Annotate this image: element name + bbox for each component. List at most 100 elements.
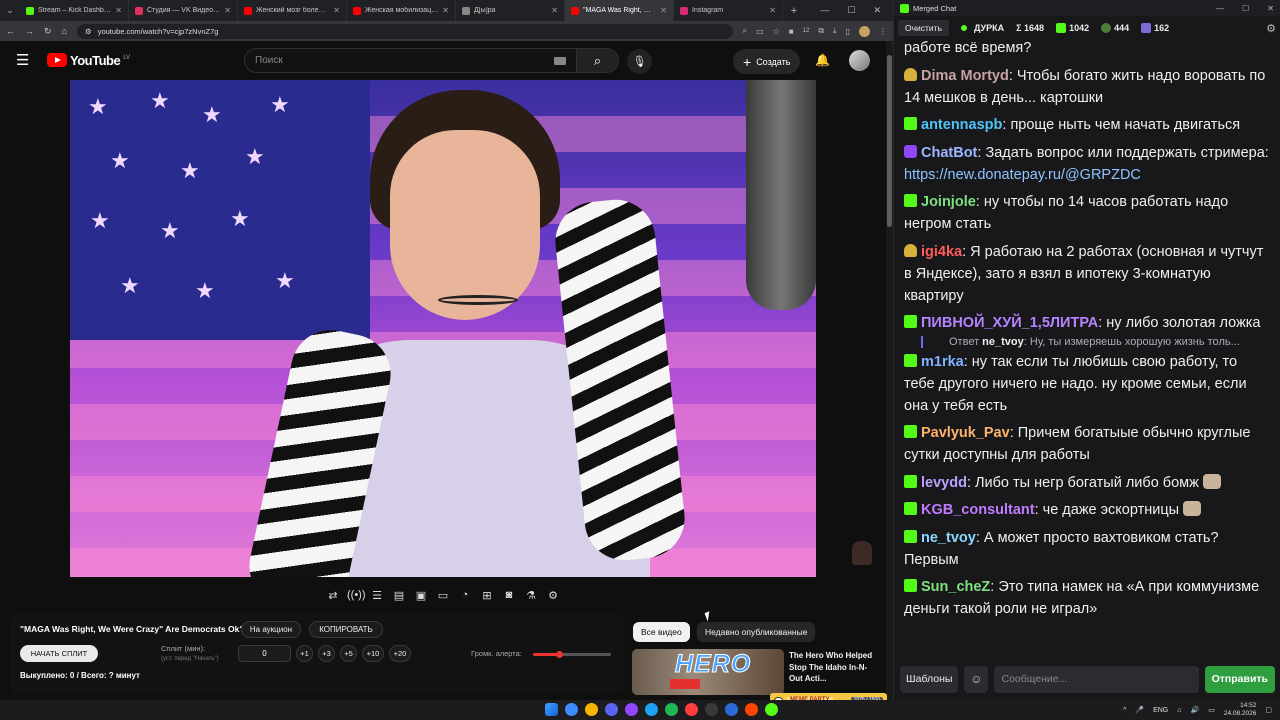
clock[interactable]: 14:52 24.08.2026 [1224, 702, 1257, 718]
recommended-video-title[interactable]: The Hero Who Helped Stop The Idaho In-N-… [789, 650, 877, 685]
increment-button[interactable]: +5 [340, 645, 357, 662]
taskbar-app-icon[interactable] [725, 703, 738, 716]
taskbar-app-icon[interactable] [625, 703, 638, 716]
chat-username[interactable]: KGB_consultant [921, 502, 1035, 518]
chat-username[interactable]: Pavlyuk_Pav [921, 425, 1010, 441]
reply-preview[interactable]: Ответ ne_tvoy: Ну, ты измеряешь хорошую … [921, 335, 1261, 348]
tab-close-icon[interactable]: ✕ [224, 6, 231, 15]
home-icon[interactable]: ⌂ [62, 26, 67, 36]
frame-icon[interactable]: ▣ [413, 589, 429, 602]
back-icon[interactable]: ← [6, 26, 15, 36]
windows-start-icon[interactable] [545, 703, 558, 716]
notifications-bell-icon[interactable]: 🔔 [815, 53, 830, 67]
chat-username[interactable]: antennaspb [921, 117, 1002, 133]
browser-tab[interactable]: Д[ы]ра ✕ [456, 0, 565, 21]
playlist-icon[interactable]: ☰ [369, 589, 385, 602]
zoom-icon[interactable]: ⌕ [743, 26, 747, 36]
chat-username[interactable]: igi4ka [921, 244, 962, 260]
emoji-button[interactable]: ☺ [964, 665, 989, 693]
search-input[interactable]: Поиск [244, 48, 577, 73]
tray-chevron-icon[interactable]: ^ [1123, 707, 1126, 714]
chat-message-list[interactable]: работе всё время? Dima Mortyd: Чтобы бога… [894, 37, 1280, 659]
browser-tab[interactable]: Женская мобилизация со...✕ [347, 0, 456, 21]
chat-message[interactable]: работе всё время? [904, 37, 1269, 59]
language-indicator[interactable]: ENG [1153, 707, 1168, 714]
copy-button[interactable]: КОПИРОВАТЬ [309, 621, 383, 638]
theater-icon[interactable]: ▭ [435, 589, 451, 602]
extension-dark-icon[interactable]: ■ [789, 27, 794, 36]
chat-message[interactable]: Dima Mortyd: Чтобы богато жить надо воро… [904, 65, 1269, 109]
taskbar-app-icon[interactable] [565, 703, 578, 716]
audio-icon[interactable]: ((•)) [347, 589, 366, 601]
keyboard-icon[interactable] [554, 56, 566, 65]
scrollbar-thumb[interactable] [887, 55, 892, 227]
taskbar-app-icon[interactable] [705, 703, 718, 716]
chat-username[interactable]: Joinjole [921, 194, 976, 210]
chat-message[interactable]: m1rka: ну так если ты любишь свою работу… [904, 351, 1269, 417]
volume-icon[interactable]: 🔊 [1190, 706, 1199, 714]
alert-volume-knob[interactable] [555, 651, 563, 658]
browser-tab[interactable]: Студия — VK Видео Live ✕ [129, 0, 238, 21]
cast-icon[interactable]: ▭ [756, 27, 764, 36]
browser-tab[interactable]: Instagram ✕ [674, 0, 783, 21]
chat-username[interactable]: ChatBot [921, 145, 977, 161]
chat-message[interactable]: Sun_cheZ: Это типа намек на «А при комму… [904, 576, 1269, 620]
maximize-icon[interactable]: ☐ [1242, 4, 1249, 13]
browser-tab[interactable]: Женский мозг более раз... ✕ [238, 0, 347, 21]
minimize-icon[interactable]: — [1216, 4, 1224, 13]
chat-username[interactable]: Dima Mortyd [921, 68, 1009, 84]
chat-username[interactable]: Sun_cheZ [921, 579, 990, 595]
menu-icon[interactable]: ☰ [16, 51, 38, 69]
chat-message[interactable]: antennaspb: проще ныть чем начать двигат… [904, 114, 1269, 136]
taskbar-app-icon[interactable] [585, 703, 598, 716]
flask-icon[interactable]: ⚗ [523, 589, 539, 602]
extension-badge-icon[interactable]: 12 [803, 28, 810, 34]
browser-tab[interactable]: "MAGA Was Right, We Wer... ✕ [565, 0, 674, 21]
increment-button[interactable]: +10 [362, 645, 384, 662]
notifications-icon[interactable]: ▢ [1265, 706, 1272, 714]
chat-username[interactable]: ПИВНОЙ_ХУЙ_1,5ЛИТРА [921, 315, 1098, 331]
taskbar-app-icon[interactable] [605, 703, 618, 716]
battery-icon[interactable]: ▭ [1208, 706, 1215, 714]
tab-close-icon[interactable]: ✕ [115, 6, 122, 15]
chat-message[interactable]: igi4ka: Я работаю на 2 работах (основная… [904, 241, 1269, 307]
new-tab-button[interactable]: + [783, 5, 805, 17]
message-input[interactable]: Сообщение... [994, 665, 1199, 693]
chat-settings-icon[interactable]: ⚙ [1266, 22, 1276, 35]
tray-mic-icon[interactable]: 🎤 [1135, 706, 1144, 714]
chat-message[interactable]: Joinjole: ну чтобы по 14 часов работать … [904, 191, 1269, 235]
chat-username[interactable]: m1rka [921, 354, 964, 370]
chat-username[interactable]: levydd [921, 475, 967, 491]
network-icon[interactable]: ⌂ [1177, 707, 1181, 714]
tab-close-icon[interactable]: ✕ [551, 6, 558, 15]
chat-message[interactable]: ChatBot: Задать вопрос или поддержать ст… [904, 142, 1269, 186]
tab-close-icon[interactable]: ✕ [442, 6, 449, 15]
chat-message[interactable]: KGB_consultant: че даже эскортницы [904, 499, 1269, 521]
taskbar-app-icon[interactable] [665, 703, 678, 716]
taskbar-app-icon[interactable] [645, 703, 658, 716]
browser-tab[interactable]: Stream – Kick Dashboard ✕ [20, 0, 129, 21]
chip-all-videos[interactable]: Все видео [633, 622, 690, 642]
send-button[interactable]: Отправить [1204, 665, 1275, 693]
split-minutes-input[interactable]: 0 [238, 645, 291, 662]
chip-recently-uploaded[interactable]: Недавно опубликованные [697, 622, 816, 642]
increment-button[interactable]: +3 [318, 645, 335, 662]
browser-menu-icon[interactable]: ⋮ [879, 27, 887, 36]
camera-icon[interactable]: ◙ [501, 589, 517, 601]
speed-icon[interactable]: ◔ [457, 589, 473, 601]
recommended-video-thumbnail[interactable]: HERO [632, 649, 784, 695]
alert-volume-slider[interactable] [533, 651, 611, 658]
clapper-icon[interactable]: ▤ [391, 589, 407, 602]
chat-message[interactable]: Pavlyuk_Pav: Причем богатыые обычно круг… [904, 422, 1269, 466]
reload-icon[interactable]: ↻ [44, 26, 52, 37]
address-bar[interactable]: ⚙ youtube.com/watch?v=cjp7zNvnZ7g [76, 23, 733, 39]
increment-button[interactable]: +1 [296, 645, 313, 662]
tab-close-icon[interactable]: ✕ [660, 6, 667, 15]
loop-icon[interactable]: ⇄ [325, 589, 341, 602]
video-player[interactable]: ★ ★ ★ ★ ★ ★ ★ ★ ★ ★ ★ ★ ★ [70, 80, 816, 577]
page-scrollbar[interactable] [886, 41, 893, 700]
clear-button[interactable]: Очистить [898, 20, 950, 36]
reply-user[interactable]: ne_tvoy [982, 336, 1024, 348]
settings-gear-icon[interactable]: ⚙ [545, 589, 561, 602]
forward-icon[interactable]: → [25, 26, 34, 36]
